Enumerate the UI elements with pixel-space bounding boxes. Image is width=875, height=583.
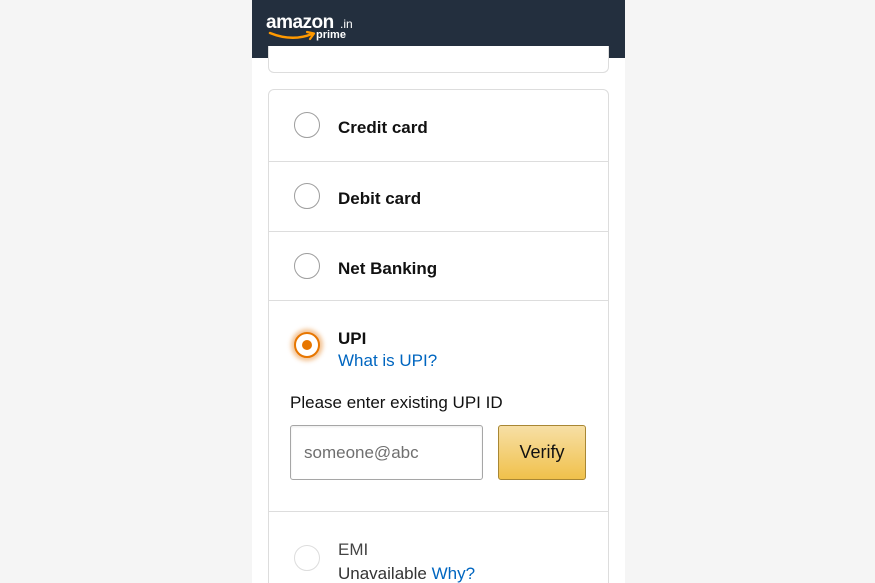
- payment-option-emi: EMI Unavailable Why?: [269, 512, 608, 583]
- previous-section-card: [268, 46, 609, 73]
- net-banking-label[interactable]: Net Banking: [338, 259, 437, 279]
- amazon-prime-logo[interactable]: amazon .in prime: [266, 12, 376, 46]
- logo-prime-label: prime: [316, 29, 346, 41]
- net-banking-radio[interactable]: [294, 253, 320, 279]
- payment-option-net-banking[interactable]: Net Banking: [269, 232, 608, 301]
- what-is-upi-link[interactable]: What is UPI?: [338, 351, 437, 370]
- phone-screen: amazon .in prime Credit card Debit card …: [252, 0, 625, 583]
- smile-arrow-icon: [268, 30, 316, 41]
- debit-card-radio[interactable]: [294, 183, 320, 209]
- upi-id-input[interactable]: [290, 425, 483, 480]
- credit-card-label[interactable]: Credit card: [338, 118, 428, 138]
- upi-id-prompt: Please enter existing UPI ID: [290, 393, 503, 412]
- upi-label[interactable]: UPI: [338, 329, 366, 349]
- radio-dot: [302, 340, 312, 350]
- emi-status: Unavailable: [338, 564, 427, 583]
- debit-card-label[interactable]: Debit card: [338, 189, 421, 209]
- emi-status-line: Unavailable Why?: [338, 564, 475, 583]
- payment-methods-list: Credit card Debit card Net Banking UPI W…: [268, 89, 609, 583]
- payment-option-debit-card[interactable]: Debit card: [269, 162, 608, 232]
- credit-card-radio[interactable]: [294, 112, 320, 138]
- payment-option-upi[interactable]: UPI What is UPI? Please enter existing U…: [269, 301, 608, 512]
- verify-button[interactable]: Verify: [498, 425, 586, 480]
- upi-radio-selected[interactable]: [294, 332, 320, 358]
- payment-option-credit-card[interactable]: Credit card: [269, 90, 608, 162]
- emi-label: EMI: [338, 540, 369, 559]
- emi-radio-disabled: [294, 545, 320, 571]
- emi-why-link[interactable]: Why?: [432, 564, 475, 583]
